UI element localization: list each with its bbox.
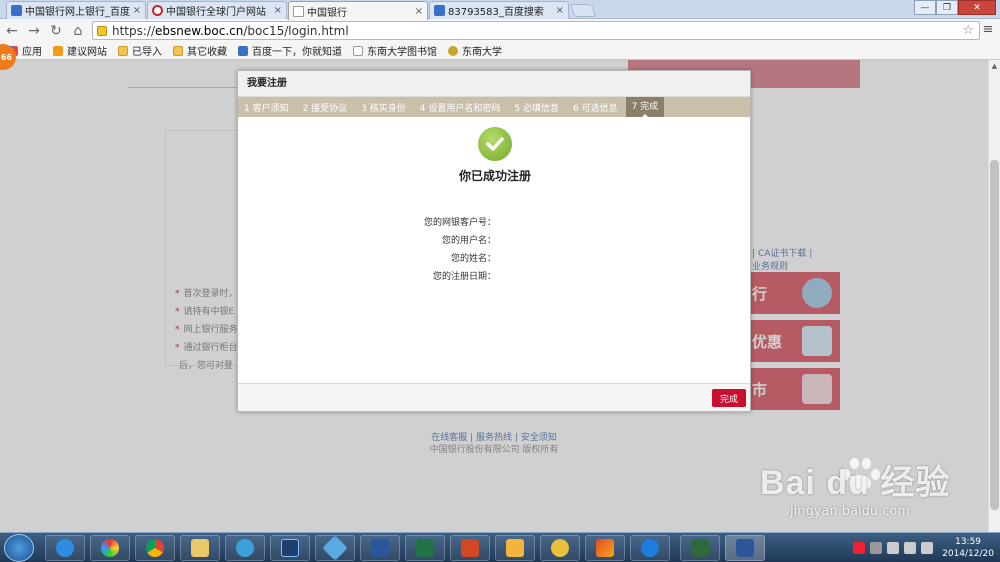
bookmarks-bar: 应用 建议网站 已导入 其它收藏 百度一下，你就知道 东南大学图书馆 东南大学 bbox=[0, 42, 1000, 60]
window-controls: — ❐ ✕ bbox=[914, 0, 996, 15]
suggest-icon bbox=[53, 45, 63, 56]
page-icon bbox=[353, 45, 363, 56]
register-dialog: 我要注册 1 客户须知 2 接受协议 3 核实身份 4 设置用户名和密码 5 必… bbox=[237, 70, 751, 412]
dialog-title: 我要注册 bbox=[238, 71, 750, 97]
tab-title: 中国银行全球门户网站 bbox=[166, 7, 266, 18]
tab-baidu-number[interactable]: 83793583_百度搜索 × bbox=[429, 1, 569, 19]
field-customer-number: 您的网银客户号： bbox=[423, 218, 496, 228]
boc-icon bbox=[152, 5, 163, 16]
battery-icon[interactable] bbox=[921, 542, 934, 554]
reload-icon[interactable]: ↻ bbox=[46, 21, 66, 41]
step-item: 5 必填信息 bbox=[514, 103, 559, 114]
word2-taskbar-icon[interactable] bbox=[725, 535, 765, 561]
lock-icon bbox=[97, 25, 107, 36]
field-name: 您的姓名： bbox=[450, 254, 496, 264]
tab-title: 中国银行网上银行_百度搜 bbox=[25, 7, 130, 18]
start-button[interactable] bbox=[4, 534, 34, 562]
tab-title: 83793583_百度搜索 bbox=[448, 7, 544, 18]
bookmark-seu-library[interactable]: 东南大学图书馆 bbox=[353, 43, 437, 58]
tab-strip: 中国银行网上银行_百度搜 × 中国银行全球门户网站 × 中国银行 × 83793… bbox=[0, 0, 1000, 20]
photoshop-taskbar-icon[interactable] bbox=[270, 535, 310, 561]
close-icon[interactable]: × bbox=[133, 5, 141, 16]
step-item-active: 7 完成 bbox=[625, 97, 665, 118]
tab-boc-active[interactable]: 中国银行 × bbox=[288, 1, 428, 20]
seal-icon bbox=[448, 45, 458, 56]
success-message: 你已成功注册 bbox=[458, 169, 531, 183]
baidu-icon bbox=[11, 5, 22, 16]
bookmark-star-icon[interactable]: ☆ bbox=[962, 23, 974, 38]
address-bar[interactable]: https://ebsnew.boc.cn/boc15/login.html ☆ bbox=[92, 21, 980, 40]
powerpoint-taskbar-icon[interactable] bbox=[450, 535, 490, 561]
watermark: Bai du 经验 jingyan.baidu.com bbox=[760, 464, 951, 519]
folder-icon bbox=[173, 45, 183, 56]
step-item: 2 接受协议 bbox=[302, 103, 348, 114]
bookmark-other[interactable]: 其它收藏 bbox=[173, 43, 227, 58]
picture-app-taskbar-icon[interactable] bbox=[90, 535, 130, 561]
bookmark-imported[interactable]: 已导入 bbox=[118, 43, 162, 58]
ime-icon[interactable] bbox=[853, 542, 866, 554]
baidu-icon bbox=[238, 45, 248, 56]
step-item: 1 客户须知 bbox=[244, 103, 289, 114]
network-icon[interactable] bbox=[887, 542, 900, 554]
clock[interactable]: 13:59 2014/12/20 bbox=[942, 536, 994, 560]
done-button[interactable]: 完成 bbox=[712, 389, 746, 407]
back-icon[interactable]: ← bbox=[2, 21, 22, 41]
folder-icon bbox=[118, 45, 128, 56]
field-register-date: 您的注册日期： bbox=[432, 272, 496, 282]
system-tray: 13:59 2014/12/20 bbox=[853, 533, 1000, 562]
registration-info: 您的网银客户号： 您的用户名： 您的姓名： 您的注册日期： bbox=[238, 214, 496, 286]
explorer-taskbar-icon[interactable] bbox=[180, 535, 220, 561]
home-icon[interactable]: ⌂ bbox=[68, 21, 88, 41]
field-username: 您的用户名： bbox=[441, 236, 496, 246]
app2-taskbar-icon[interactable] bbox=[495, 535, 535, 561]
step-item: 3 核实身份 bbox=[361, 103, 406, 114]
dialog-footer: 完成 bbox=[238, 383, 750, 411]
player-taskbar-icon[interactable] bbox=[630, 535, 670, 561]
word-taskbar-icon[interactable] bbox=[360, 535, 400, 561]
browser-toolbar: ← → ↻ ⌂ https://ebsnew.boc.cn/boc15/logi… bbox=[0, 19, 1000, 42]
excel-taskbar-icon[interactable] bbox=[405, 535, 445, 561]
app4-taskbar-icon[interactable] bbox=[680, 535, 720, 561]
scroll-up-icon[interactable]: ▲ bbox=[989, 60, 1000, 72]
matlab-taskbar-icon[interactable] bbox=[585, 535, 625, 561]
volume-icon[interactable] bbox=[904, 542, 917, 554]
restore-button[interactable]: ❐ bbox=[936, 0, 958, 15]
app-taskbar-icon[interactable] bbox=[225, 535, 265, 561]
baidu-icon bbox=[434, 5, 445, 16]
forward-icon[interactable]: → bbox=[24, 21, 44, 41]
new-tab-button[interactable] bbox=[569, 4, 597, 17]
tab-baidu-search[interactable]: 中国银行网上银行_百度搜 × bbox=[6, 1, 146, 19]
close-window-button[interactable]: ✕ bbox=[958, 0, 996, 15]
bookmark-baidu[interactable]: 百度一下，你就知道 bbox=[238, 43, 342, 58]
url-text: https://ebsnew.boc.cn/boc15/login.html bbox=[112, 23, 349, 38]
tray-arrow-icon[interactable] bbox=[870, 542, 883, 554]
success-check-icon bbox=[478, 127, 512, 161]
step-item: 6 可选信息 bbox=[572, 103, 618, 114]
close-icon[interactable]: × bbox=[415, 6, 423, 17]
step-bar: 1 客户须知 2 接受协议 3 核实身份 4 设置用户名和密码 5 必填信息 6… bbox=[238, 97, 750, 118]
feiq-taskbar-icon[interactable] bbox=[315, 535, 355, 561]
tab-boc-portal[interactable]: 中国银行全球门户网站 × bbox=[147, 1, 287, 19]
tab-title: 中国银行 bbox=[307, 7, 347, 19]
app3-taskbar-icon[interactable] bbox=[540, 535, 580, 561]
close-icon[interactable]: × bbox=[274, 5, 282, 16]
bookmark-suggested[interactable]: 建议网站 bbox=[53, 43, 107, 58]
close-icon[interactable]: × bbox=[556, 5, 564, 16]
bookmark-seu[interactable]: 东南大学 bbox=[448, 43, 502, 58]
minimize-button[interactable]: — bbox=[914, 0, 936, 15]
ie-taskbar-icon[interactable] bbox=[45, 535, 85, 561]
windows-taskbar: 13:59 2014/12/20 bbox=[0, 532, 1000, 562]
step-item: 4 设置用户名和密码 bbox=[419, 103, 501, 114]
page-scrollbar[interactable]: ▲ bbox=[988, 60, 1000, 532]
page-icon bbox=[293, 5, 304, 17]
scroll-thumb[interactable] bbox=[990, 160, 999, 510]
menu-icon[interactable]: ≡ bbox=[980, 22, 996, 38]
chrome-taskbar-icon[interactable] bbox=[135, 535, 175, 561]
